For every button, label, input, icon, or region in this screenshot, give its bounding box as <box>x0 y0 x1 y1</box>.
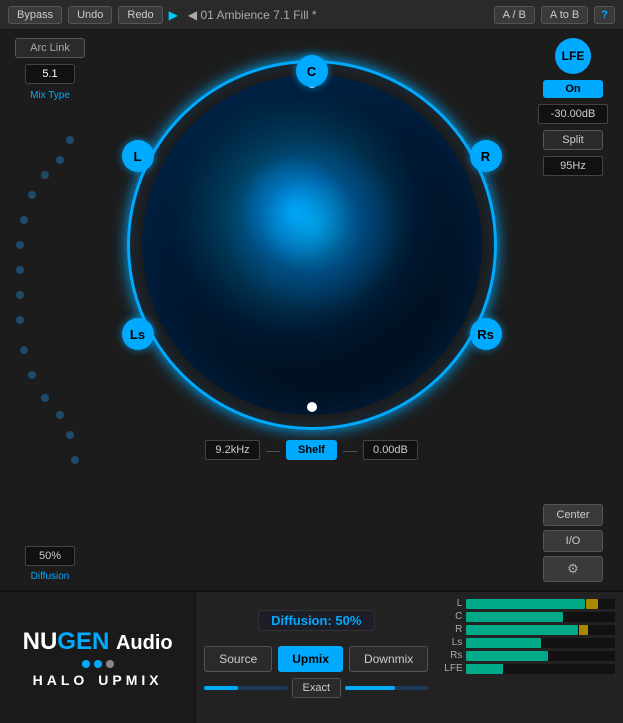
meter-label-LFE: LFE <box>444 663 462 674</box>
meter-bar-LFE <box>466 664 615 674</box>
redo-button[interactable]: Redo <box>118 6 162 24</box>
lfe-split-button[interactable]: Split <box>543 130 603 150</box>
meter-label-Ls: Ls <box>444 637 462 648</box>
speaker-ls-button[interactable]: Ls <box>122 318 154 350</box>
io-button[interactable]: I/O <box>543 530 603 552</box>
db-value[interactable]: 0.00dB <box>363 440 418 460</box>
mix-type-value[interactable]: 5.1 <box>25 64 75 84</box>
halo-label: HALO <box>33 672 89 688</box>
meter-peak-L <box>586 599 598 609</box>
meter-row-Rs: Rs <box>444 650 615 661</box>
bottom-left-logo: NUGEN Audio HALO UPMIX <box>0 592 196 723</box>
logo-dot-2 <box>94 660 102 668</box>
meter-fill-C <box>466 612 563 622</box>
bottom-right-meters: L C R Ls Rs <box>436 592 623 723</box>
center-button[interactable]: Center <box>543 504 603 526</box>
gen-text: GEN <box>57 628 109 655</box>
gear-button[interactable]: ⚙ <box>543 556 603 582</box>
center-area: C L R Ls Rs 9.2kHz — Shelf — 0.00dB <box>100 30 523 590</box>
speaker-c-button[interactable]: C <box>296 55 328 87</box>
meter-bar-L <box>466 599 615 609</box>
nu-text: NU <box>23 628 58 655</box>
speaker-r-button[interactable]: R <box>470 140 502 172</box>
meter-fill-LFE <box>466 664 503 674</box>
main-area: Arc Link 5.1 Mix Type <box>0 30 623 590</box>
diffusion-value[interactable]: 50% <box>25 546 75 566</box>
meter-bar-Ls <box>466 638 615 648</box>
exact-button[interactable]: Exact <box>292 678 342 698</box>
meter-fill-L <box>466 599 585 609</box>
meter-peak-R <box>579 625 588 635</box>
connector-left: — <box>266 442 280 458</box>
exact-area: Exact <box>204 678 428 698</box>
source-button[interactable]: Source <box>204 646 272 672</box>
ring-dot-bottom[interactable] <box>307 402 317 412</box>
meter-label-C: C <box>444 611 462 622</box>
logo-dot-1 <box>82 660 90 668</box>
lfe-on-button[interactable]: On <box>543 80 603 98</box>
meter-label-Rs: Rs <box>444 650 462 661</box>
dotted-arc <box>10 110 80 490</box>
lfe-db-value[interactable]: -30.00dB <box>538 104 608 124</box>
meter-fill-Rs <box>466 651 548 661</box>
meter-bar-R <box>466 625 615 635</box>
sphere-inner <box>142 75 482 415</box>
exact-slider-left[interactable] <box>204 686 287 690</box>
upmix-button[interactable]: Upmix <box>278 646 343 672</box>
downmix-button[interactable]: Downmix <box>349 646 428 672</box>
shelf-button[interactable]: Shelf <box>286 440 337 460</box>
meter-row-LFE: LFE <box>444 663 615 674</box>
shelf-controls: 9.2kHz — Shelf — 0.00dB <box>205 440 418 460</box>
right-panel: LFE On -30.00dB Split 95Hz Center I/O ⚙ <box>523 30 623 590</box>
mix-type-label: Mix Type <box>30 90 70 101</box>
right-bottom-buttons: Center I/O ⚙ <box>543 504 603 582</box>
play-icon: ▶ <box>169 8 178 22</box>
diffusion-tooltip: Diffusion: 50% <box>258 610 374 631</box>
track-name: ◀ 01 Ambience 7.1 Fill * <box>188 8 317 22</box>
meter-row-C: C <box>444 611 615 622</box>
bottom-buttons: Source Upmix Downmix <box>204 646 428 672</box>
meter-label-L: L <box>444 598 462 609</box>
bypass-button[interactable]: Bypass <box>8 6 62 24</box>
bottom-section: NUGEN Audio HALO UPMIX Diffusion: 50% So… <box>0 590 623 723</box>
bottom-center: Diffusion: 50% Source Upmix Downmix Exac… <box>196 592 436 723</box>
meter-fill-R <box>466 625 578 635</box>
nugen-logo: NUGEN Audio <box>23 628 173 656</box>
help-button[interactable]: ? <box>594 6 615 24</box>
logo-dots <box>82 660 114 668</box>
exact-slider-right[interactable] <box>345 686 428 690</box>
meter-fill-Ls <box>466 638 540 648</box>
meter-label-R: R <box>444 624 462 635</box>
arc-link-button[interactable]: Arc Link <box>15 38 85 58</box>
logo-dot-3 <box>106 660 114 668</box>
undo-button[interactable]: Undo <box>68 6 112 24</box>
connector-right: — <box>343 442 357 458</box>
upmix-label: UPMIX <box>98 672 162 688</box>
sphere-glow <box>222 135 402 315</box>
atob-button[interactable]: A to B <box>541 6 588 24</box>
lfe-label: LFE <box>555 38 591 74</box>
diffusion-label: Diffusion <box>31 571 70 582</box>
freq-value[interactable]: 9.2kHz <box>205 440 260 460</box>
meter-row-Ls: Ls <box>444 637 615 648</box>
left-panel: Arc Link 5.1 Mix Type <box>0 30 100 590</box>
lfe-hz-value[interactable]: 95Hz <box>543 156 603 176</box>
speaker-rs-button[interactable]: Rs <box>470 318 502 350</box>
meter-row-R: R <box>444 624 615 635</box>
ab-button[interactable]: A / B <box>494 6 535 24</box>
meter-row-L: L <box>444 598 615 609</box>
meter-bar-Rs <box>466 651 615 661</box>
audio-text: Audio <box>116 632 173 654</box>
top-bar: Bypass Undo Redo ▶ ◀ 01 Ambience 7.1 Fil… <box>0 0 623 30</box>
speaker-l-button[interactable]: L <box>122 140 154 172</box>
sphere-container: C L R Ls Rs <box>127 60 497 430</box>
meter-bar-C <box>466 612 615 622</box>
